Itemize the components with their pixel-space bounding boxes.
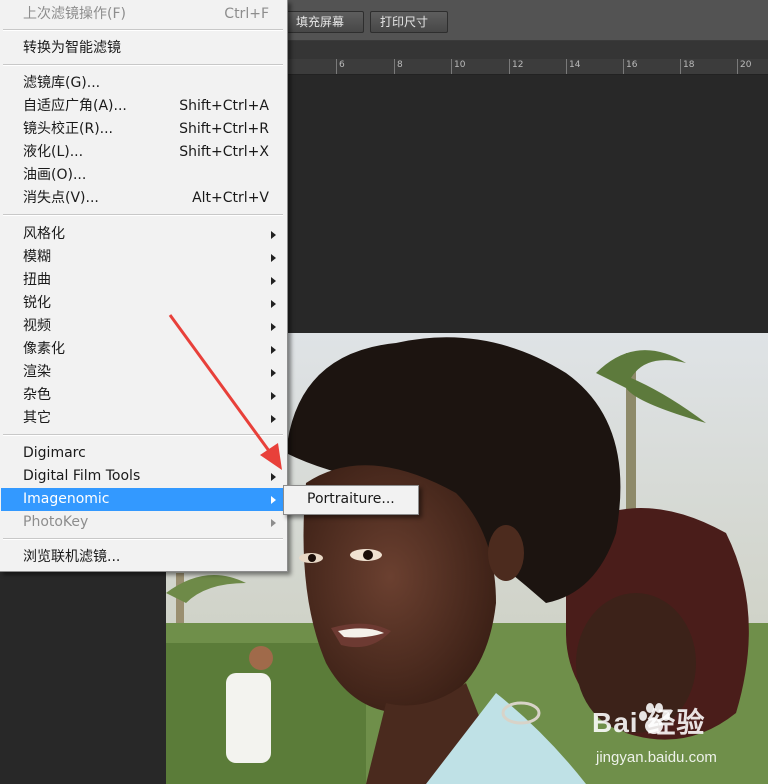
watermark-brand: Bai 经验 [592, 707, 706, 738]
menu-item-lens-correction[interactable]: 镜头校正(R)... Shift+Ctrl+R [1, 118, 285, 141]
menu-item-label: 杂色 [23, 387, 51, 403]
menu-item-label: 像素化 [23, 341, 65, 357]
menu-item-liquify[interactable]: 液化(L)... Shift+Ctrl+X [1, 141, 285, 164]
menu-item-convert-smart-filter[interactable]: 转换为智能滤镜 [1, 37, 285, 60]
ruler-label: 14 [569, 60, 581, 70]
menu-item-label: 消失点(V)... [23, 190, 99, 206]
menu-item-label: 转换为智能滤镜 [23, 40, 121, 56]
menu-item-label: 视频 [23, 318, 51, 334]
imagenomic-submenu: Portraiture... [283, 485, 419, 515]
ruler-label: 8 [397, 60, 403, 70]
menu-item-label: 风格化 [23, 226, 65, 242]
menu-item-vanishing-point[interactable]: 消失点(V)... Alt+Ctrl+V [1, 187, 285, 210]
ruler-tick [336, 59, 337, 74]
menu-item-shortcut: Ctrl+F [224, 6, 269, 22]
menu-separator [3, 538, 283, 540]
submenu-arrow-icon [271, 231, 276, 239]
menu-item-last-filter: 上次滤镜操作(F) Ctrl+F [1, 3, 285, 26]
menu-item-label: Digimarc [23, 445, 86, 461]
menu-item-label: 扭曲 [23, 272, 51, 288]
menu-item-photokey: PhotoKey [1, 511, 285, 534]
ruler-label: 10 [454, 60, 466, 70]
menu-item-label: 上次滤镜操作(F) [23, 6, 126, 22]
menu-item-shortcut: Shift+Ctrl+A [179, 98, 269, 114]
menu-item-label: 滤镜库(G)... [23, 75, 101, 91]
ruler-tick [623, 59, 624, 74]
menu-item-imagenomic[interactable]: Imagenomic [1, 488, 285, 511]
menu-item-adaptive-wide-angle[interactable]: 自适应广角(A)... Shift+Ctrl+A [1, 95, 285, 118]
menu-item-portraiture[interactable]: Portraiture... [285, 488, 417, 511]
menu-item-label: 模糊 [23, 249, 51, 265]
menu-item-label: 液化(L)... [23, 144, 84, 160]
ruler-tick [680, 59, 681, 74]
menu-item-label: 镜头校正(R)... [23, 121, 114, 137]
menu-item-label: Imagenomic [23, 491, 110, 507]
ruler-tick [451, 59, 452, 74]
menu-item-label: 其它 [23, 410, 51, 426]
menu-separator [3, 214, 283, 216]
menu-item-oil-paint[interactable]: 油画(O)... [1, 164, 285, 187]
menu-item-label: 浏览联机滤镜... [23, 549, 121, 565]
menu-item-shortcut: Shift+Ctrl+R [179, 121, 269, 137]
menu-item-label: 渲染 [23, 364, 51, 380]
menu-item-filter-gallery[interactable]: 滤镜库(G)... [1, 72, 285, 95]
ruler-tick [509, 59, 510, 74]
fill-screen-button[interactable]: 填充屏幕 [286, 11, 364, 33]
ruler-tick [566, 59, 567, 74]
ruler-tick [394, 59, 395, 74]
submenu-arrow-icon [271, 519, 276, 527]
print-size-button[interactable]: 打印尺寸 [370, 11, 448, 33]
ruler-label: 12 [512, 60, 524, 70]
submenu-arrow-icon [271, 496, 276, 504]
menu-item-label: 锐化 [23, 295, 51, 311]
submenu-arrow-icon [271, 277, 276, 285]
annotation-arrow-icon [168, 314, 282, 470]
ruler-label: 16 [626, 60, 638, 70]
menu-item-distort[interactable]: 扭曲 [1, 269, 285, 292]
menu-separator [3, 64, 283, 66]
watermark-site: jingyan.baidu.com [596, 749, 717, 766]
submenu-arrow-icon [271, 254, 276, 262]
menu-item-shortcut: Alt+Ctrl+V [192, 190, 269, 206]
ruler-label: 18 [683, 60, 695, 70]
menu-item-shortcut: Shift+Ctrl+X [179, 144, 269, 160]
ruler-tick [737, 59, 738, 74]
menu-item-blur[interactable]: 模糊 [1, 246, 285, 269]
ruler-label: 20 [740, 60, 752, 70]
menu-item-label: Portraiture... [307, 491, 395, 507]
menu-item-label: 油画(O)... [23, 167, 87, 183]
menu-item-label: 自适应广角(A)... [23, 98, 127, 114]
menu-item-label: Digital Film Tools [23, 468, 141, 484]
filter-menu: 上次滤镜操作(F) Ctrl+F 转换为智能滤镜 滤镜库(G)... 自适应广角… [0, 0, 288, 572]
menu-separator [3, 29, 283, 31]
menu-item-label: PhotoKey [23, 514, 89, 530]
baidu-jingyan-watermark: Bai 经验 jingyan.baidu.com [586, 695, 766, 780]
menu-item-browse-online-filters[interactable]: 浏览联机滤镜... [1, 546, 285, 569]
ruler-label: 6 [339, 60, 345, 70]
menu-item-stylize[interactable]: 风格化 [1, 223, 285, 246]
